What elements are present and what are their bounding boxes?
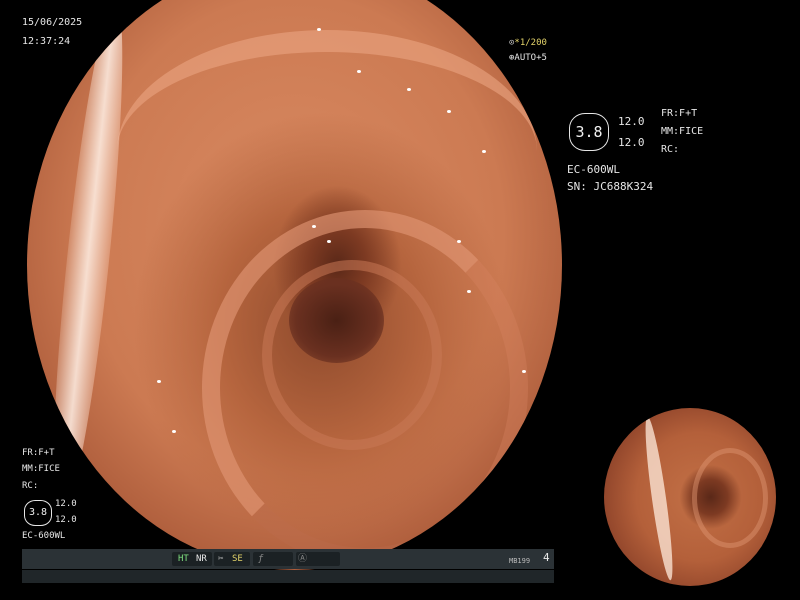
specular-highlight xyxy=(447,110,451,113)
status-bar-bottom-row xyxy=(22,570,554,583)
status-bar: HT NR ✂ SE ƒ Ⓐ MB199 4 xyxy=(22,549,554,584)
measure-mode-label: MM:FICE xyxy=(22,464,60,474)
specular-highlight xyxy=(327,240,331,243)
specular-highlight xyxy=(157,380,161,383)
specular-highlight xyxy=(357,70,361,73)
specular-highlight xyxy=(317,28,321,31)
main-endoscope-view xyxy=(27,0,562,570)
setting-value-1: 12.0 xyxy=(618,115,645,128)
sharpness-box: 3.8 xyxy=(569,113,609,151)
date-label: 15/06/2025 xyxy=(22,17,83,28)
mode-code: MB199 xyxy=(509,557,531,565)
specular-highlight xyxy=(467,290,471,293)
light-reflection xyxy=(640,415,678,582)
sharpness-value: 3.8 xyxy=(28,507,48,518)
circle-a-icon: Ⓐ xyxy=(298,554,308,564)
se-indicator: SE xyxy=(232,554,243,564)
sharpness-box: 3.8 xyxy=(24,500,52,526)
ht-indicator: HT xyxy=(178,554,189,564)
specular-highlight xyxy=(172,430,176,433)
frame-mode-label: FR:F+T xyxy=(22,448,55,458)
specular-highlight xyxy=(457,240,461,243)
colon-lumen xyxy=(289,278,384,363)
measure-mode-label: MM:FICE xyxy=(661,126,704,137)
setting-value-2: 12.0 xyxy=(55,515,77,525)
rc-label: RC: xyxy=(22,481,39,491)
serial-number: SN: JC688K324 xyxy=(567,180,654,193)
mode-number: 4 xyxy=(543,551,550,564)
scope-model: EC-600WL xyxy=(567,163,620,176)
auto-iris-value: AUTO+5 xyxy=(514,53,547,63)
setting-value-2: 12.0 xyxy=(618,136,645,149)
italic-f-icon: ƒ xyxy=(258,554,264,564)
nr-indicator: NR xyxy=(196,554,207,564)
specular-highlight xyxy=(522,370,526,373)
sharpness-value: 3.8 xyxy=(575,123,603,141)
status-bar-top-row: HT NR ✂ SE ƒ Ⓐ MB199 4 xyxy=(22,549,554,569)
shutter-value: 1/200 xyxy=(519,38,547,48)
thumbnail-endoscope-view xyxy=(604,408,776,586)
frame-mode-label: FR:F+T xyxy=(661,108,698,119)
light-reflection xyxy=(39,0,137,521)
scissor-icon: ✂ xyxy=(218,554,224,564)
specular-highlight xyxy=(482,150,486,153)
scope-model: EC-600WL xyxy=(22,531,66,541)
shutter-info: ⊙*1/200 xyxy=(509,37,547,49)
time-label: 12:37:24 xyxy=(22,36,71,47)
specular-highlight xyxy=(312,225,316,228)
mucosal-fold xyxy=(692,448,768,548)
auto-iris-info: ⊕AUTO+5 xyxy=(509,52,547,64)
rc-label: RC: xyxy=(661,144,680,155)
specular-highlight xyxy=(407,88,411,91)
setting-value-1: 12.0 xyxy=(55,499,77,509)
